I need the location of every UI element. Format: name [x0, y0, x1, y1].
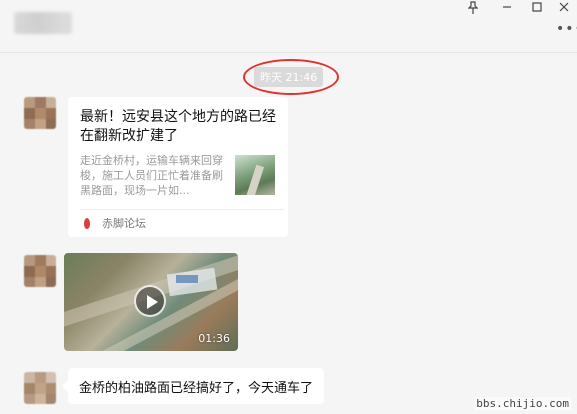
- article-source[interactable]: 赤脚论坛: [80, 215, 146, 231]
- play-icon[interactable]: [134, 285, 166, 317]
- article-thumbnail: [235, 155, 275, 195]
- text-message[interactable]: 金桥的柏油路面已经搞好了，今天通车了: [61, 368, 325, 404]
- avatar[interactable]: [24, 255, 56, 287]
- article-title: 最新！远安县这个地方的路已经在翻新改扩建了: [80, 109, 276, 144]
- article-card[interactable]: 最新！远安县这个地方的路已经在翻新改扩建了 走近金桥村，运输车辆来回穿梭，施工人…: [68, 97, 288, 237]
- video-message[interactable]: 01:36: [64, 253, 238, 351]
- avatar[interactable]: [24, 97, 56, 129]
- more-icon[interactable]: •••: [556, 22, 577, 36]
- card-divider: [80, 209, 284, 210]
- minimize-icon[interactable]: [496, 0, 518, 14]
- maximize-icon[interactable]: [526, 0, 548, 14]
- watermark: bbs.chijio.com: [474, 397, 571, 410]
- highlight-ring: [243, 59, 339, 95]
- avatar[interactable]: [24, 372, 56, 404]
- footprint-icon: [80, 216, 94, 230]
- video-duration: 01:36: [198, 332, 230, 345]
- pin-icon[interactable]: [462, 0, 484, 14]
- article-description: 走近金桥村，运输车辆来回穿梭，施工人员们正忙着准备刷黑路面，现场一片如...: [80, 154, 223, 197]
- close-icon[interactable]: [553, 0, 575, 14]
- blurred-chat-name: [14, 12, 72, 34]
- title-bar: •••: [0, 0, 577, 53]
- source-label: 赤脚论坛: [102, 217, 146, 230]
